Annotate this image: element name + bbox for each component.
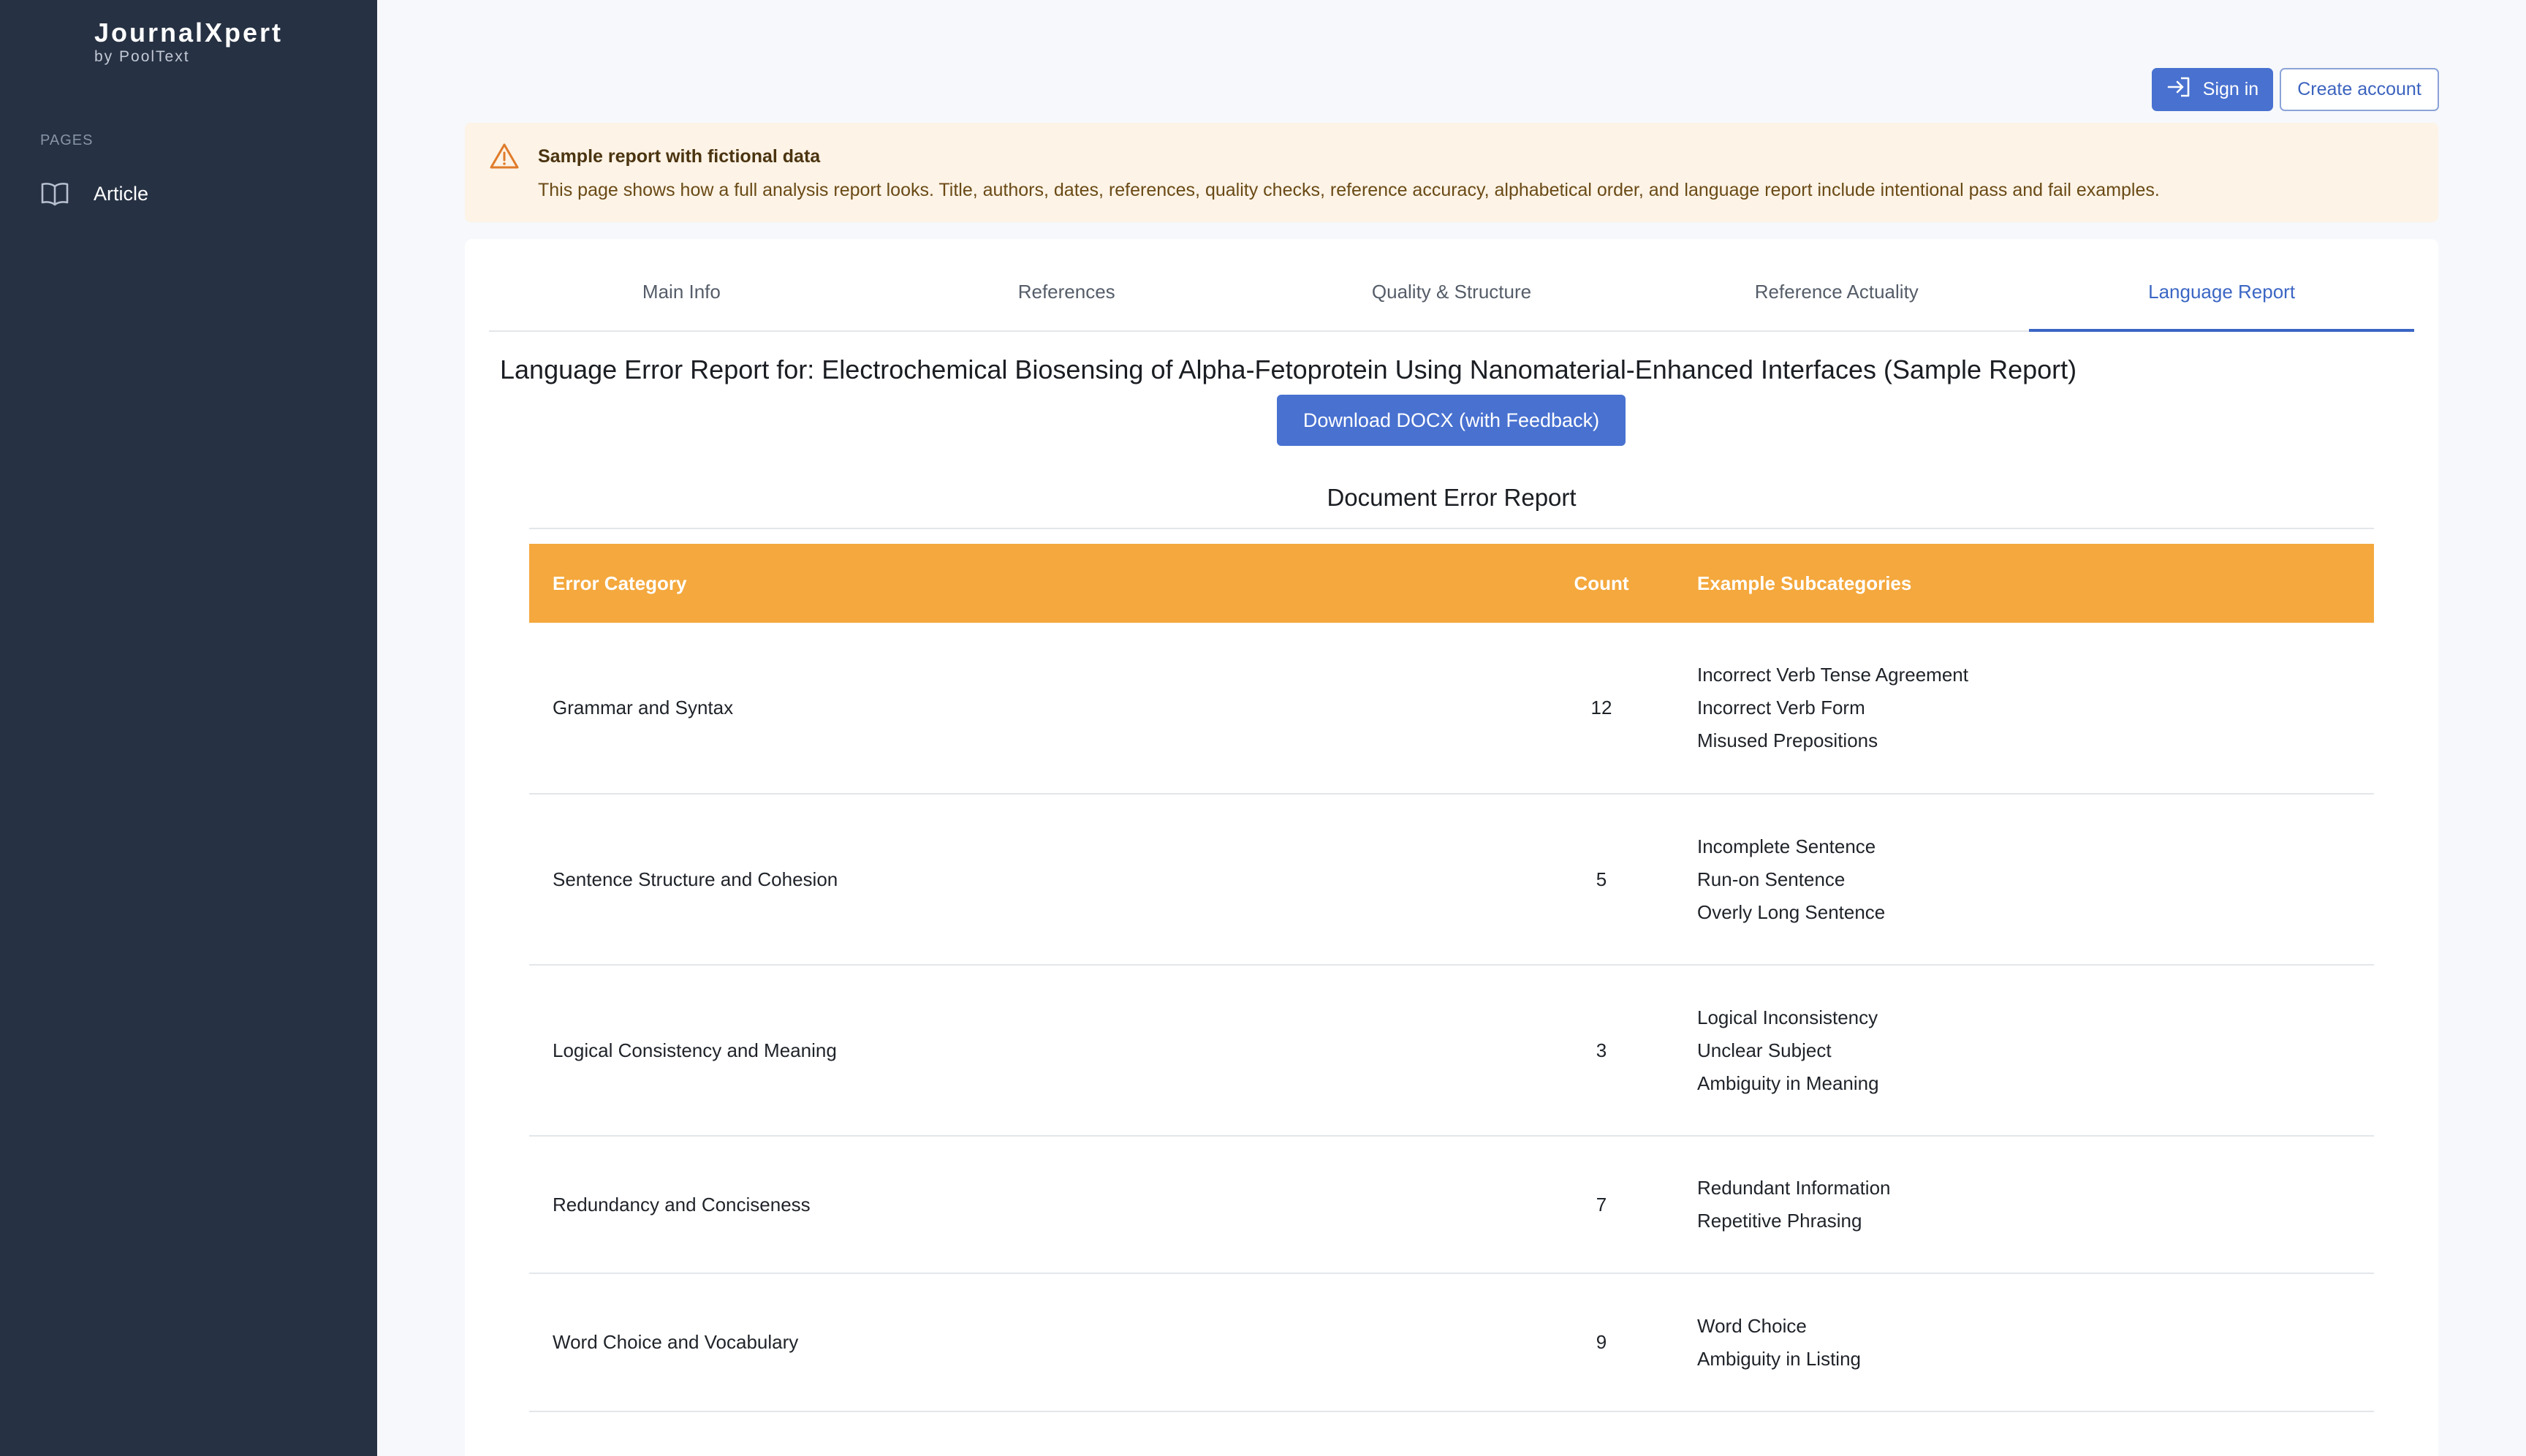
subcategory-item: Incorrect Verb Form <box>1697 697 1865 718</box>
subcategory-item: Unclear Subject <box>1697 1039 1832 1061</box>
table-row: Redundancy and Conciseness 7 Redundant I… <box>529 1137 2374 1274</box>
cell-category: Word Choice and Vocabulary <box>553 1331 799 1353</box>
subcategory-item: Overly Long Sentence <box>1697 900 1886 923</box>
table-row: Logical Consistency and Meaning 3 Logica… <box>529 966 2374 1137</box>
sign-in-label: Sign in <box>2202 79 2259 99</box>
table-row: Sentence Structure and Cohesion 5 Incomp… <box>529 795 2374 966</box>
cell-category: Sentence Structure and Cohesion <box>553 868 838 890</box>
cell-count: 5 <box>1596 868 1607 890</box>
cell-subcategories: Incorrect Verb Tense Agreement Incorrect… <box>1685 659 2374 757</box>
cell-count: 12 <box>1590 697 1612 718</box>
cell-subcategories: Redundant Information Repetitive Phrasin… <box>1685 1172 2374 1237</box>
sign-in-button[interactable]: Sign in <box>2152 68 2273 111</box>
banner-title: Sample report with fictional data <box>538 146 821 167</box>
subcategory-item: Incomplete Sentence <box>1697 835 1876 857</box>
report-title: Language Error Report for: Electrochemic… <box>500 354 2077 384</box>
app-root: JournalXpert by PoolText PAGES Article S… <box>0 0 2526 1456</box>
section-title: Document Error Report <box>1327 484 1577 511</box>
book-open-icon <box>40 179 69 208</box>
tab-quality-structure[interactable]: Quality & Structure <box>1259 254 1645 330</box>
tab-references[interactable]: References <box>874 254 1259 330</box>
subcategory-item: Ambiguity in Meaning <box>1697 1072 1879 1094</box>
cell-count: 7 <box>1596 1193 1607 1216</box>
cell-category: Grammar and Syntax <box>553 697 734 718</box>
tab-reference-actuality[interactable]: Reference Actuality <box>1644 254 2029 330</box>
cell-count: 9 <box>1596 1331 1607 1353</box>
tab-language-report[interactable]: Language Report <box>2029 254 2414 332</box>
sidebar-item-article[interactable]: Article <box>40 175 148 212</box>
table-header: Error Category Count Example Subcategori… <box>529 544 2374 623</box>
divider <box>529 528 2374 529</box>
create-account-button[interactable]: Create account <box>2280 68 2439 111</box>
subcategory-item: Word Choice <box>1697 1314 1807 1337</box>
column-header-count: Count <box>1574 572 1629 594</box>
cell-subcategories: Incomplete Sentence Run-on Sentence Over… <box>1685 830 2374 929</box>
column-header-category: Error Category <box>553 572 687 594</box>
sidebar: JournalXpert by PoolText PAGES Article <box>0 0 377 1456</box>
report-card: Main Info References Quality & Structure… <box>465 239 2438 1456</box>
error-table: Error Category Count Example Subcategori… <box>529 544 2374 1412</box>
column-header-subcategories: Example Subcategories <box>1697 572 1912 594</box>
subcategory-item: Run-on Sentence <box>1697 868 1846 890</box>
table-row: Grammar and Syntax 12 Incorrect Verb Ten… <box>529 623 2374 795</box>
brand-subtitle: by PoolText <box>94 48 190 65</box>
tab-main-info[interactable]: Main Info <box>489 254 874 330</box>
subcategory-item: Repetitive Phrasing <box>1697 1210 1862 1232</box>
table-row: Word Choice and Vocabulary 9 Word Choice… <box>529 1274 2374 1412</box>
sample-warning-banner: Sample report with fictional data This p… <box>465 123 2438 222</box>
cell-subcategories: Logical Inconsistency Unclear Subject Am… <box>1685 1001 2374 1100</box>
sidebar-item-label: Article <box>94 182 149 205</box>
subcategory-item: Logical Inconsistency <box>1697 1006 1878 1028</box>
cell-category: Logical Consistency and Meaning <box>553 1039 837 1061</box>
subcategory-item: Redundant Information <box>1697 1177 1891 1199</box>
sidebar-section-label: PAGES <box>40 132 94 148</box>
warning-icon <box>489 142 520 175</box>
cell-category: Redundancy and Conciseness <box>553 1193 811 1216</box>
sign-in-icon <box>2166 76 2191 103</box>
subcategory-item: Incorrect Verb Tense Agreement <box>1697 664 1968 686</box>
banner-text: This page shows how a full analysis repo… <box>538 180 2160 200</box>
cell-subcategories: Word Choice Ambiguity in Listing <box>1685 1310 2374 1376</box>
brand: JournalXpert by PoolText <box>94 18 283 66</box>
cell-count: 3 <box>1596 1039 1607 1061</box>
subcategory-item: Ambiguity in Listing <box>1697 1347 1861 1370</box>
download-docx-button[interactable]: Download DOCX (with Feedback) <box>1277 395 1626 446</box>
tab-bar: Main Info References Quality & Structure… <box>489 254 2414 332</box>
brand-name: JournalXpert <box>94 18 284 48</box>
subcategory-item: Misused Prepositions <box>1697 729 1878 751</box>
